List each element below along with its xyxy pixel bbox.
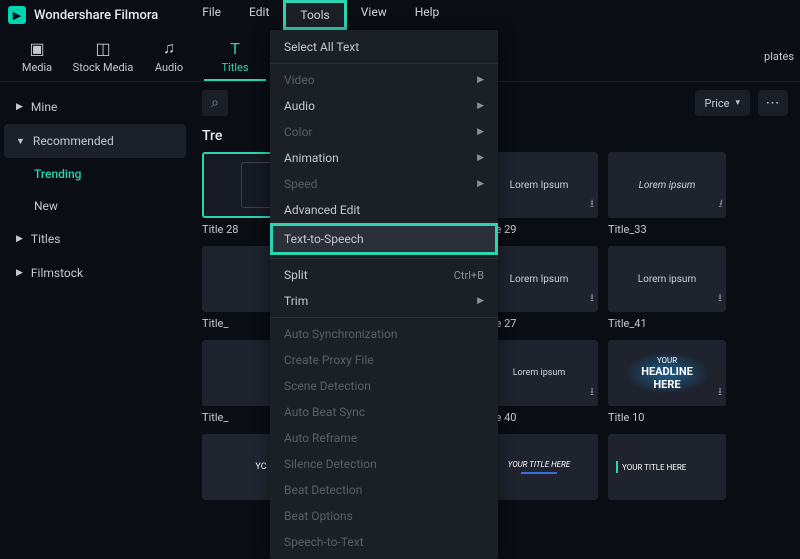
menu-text-to-speech[interactable]: Text-to-Speech xyxy=(270,223,498,255)
more-button[interactable]: ⋯ xyxy=(758,90,788,116)
title-card[interactable]: YOURHEADLINEHERE⭳ xyxy=(608,340,726,406)
menu-advanced-edit[interactable]: Advanced Edit xyxy=(270,197,498,223)
menu-separator xyxy=(270,317,498,318)
tools-dropdown: Select All Text Video▶ Audio▶ Color▶ Ani… xyxy=(270,30,498,559)
card-caption: Title 10 xyxy=(608,411,726,424)
card-wrap[interactable]: YOUR TITLE HERE xyxy=(608,434,726,500)
chevron-right-icon: ▶ xyxy=(16,102,23,112)
menu-separator xyxy=(270,258,498,259)
chevron-right-icon: ▶ xyxy=(477,153,484,163)
tab-label: Stock Media xyxy=(73,61,134,74)
titles-icon: T xyxy=(230,39,240,58)
download-icon[interactable]: ⭳ xyxy=(590,195,594,214)
download-icon[interactable]: ⭳ xyxy=(718,289,722,308)
menu-silence-detection: Silence Detection xyxy=(270,451,498,477)
menu-edit[interactable]: Edit xyxy=(235,0,283,30)
chevron-down-icon: ▼ xyxy=(16,136,25,147)
menu-separator xyxy=(270,63,498,64)
download-icon[interactable]: ⭳ xyxy=(590,289,594,308)
menu-create-proxy: Create Proxy File xyxy=(270,347,498,373)
chevron-right-icon: ▶ xyxy=(477,75,484,85)
sort-dropdown[interactable]: Price ▾ xyxy=(695,90,750,116)
chevron-down-icon: ▾ xyxy=(735,98,740,108)
menu-video: Video▶ xyxy=(270,67,498,93)
menu-auto-reframe: Auto Reframe xyxy=(270,425,498,451)
sidebar: ▶ Mine ▼ Recommended Trending New ▶ Titl… xyxy=(0,82,190,538)
sidebar-item-mine[interactable]: ▶ Mine xyxy=(4,90,186,124)
sidebar-item-recommended[interactable]: ▼ Recommended xyxy=(4,124,186,158)
audio-icon: ♫ xyxy=(163,38,175,58)
tab-label: Titles xyxy=(221,61,248,74)
card-wrap[interactable]: Lorem ipsum⭳ Title_41 xyxy=(608,246,726,330)
menu-select-all-text[interactable]: Select All Text xyxy=(270,34,498,60)
media-icon: ▣ xyxy=(29,39,44,58)
chevron-right-icon: ▶ xyxy=(16,234,23,244)
menu-view[interactable]: View xyxy=(347,0,401,30)
sidebar-item-titles[interactable]: ▶ Titles xyxy=(4,222,186,256)
download-icon[interactable]: ⭳ xyxy=(590,383,594,402)
menu-trim[interactable]: Trim▶ xyxy=(270,288,498,314)
chevron-right-icon: ▶ xyxy=(16,268,23,278)
menu-color: Color▶ xyxy=(270,119,498,145)
title-card[interactable]: Lorem ipsum⭳ xyxy=(608,152,726,218)
sidebar-item-label: Mine xyxy=(31,100,57,114)
search-icon: ⌕ xyxy=(211,95,219,111)
menu-file[interactable]: File xyxy=(188,0,235,30)
title-card[interactable]: Lorem ipsum⭳ xyxy=(608,246,726,312)
sort-label: Price xyxy=(705,97,730,110)
card-wrap[interactable]: YOURHEADLINEHERE⭳ Title 10 xyxy=(608,340,726,424)
search-button[interactable]: ⌕ xyxy=(202,90,228,116)
sidebar-sub-new[interactable]: New xyxy=(4,190,186,222)
sidebar-item-label: Recommended xyxy=(33,134,114,148)
app-title: Wondershare Filmora xyxy=(34,8,158,23)
menu-audio[interactable]: Audio▶ xyxy=(270,93,498,119)
menu-speech-to-text: Speech-to-Text xyxy=(270,529,498,555)
tab-audio[interactable]: ♫ Audio xyxy=(138,33,200,81)
menu-auto-sync: Auto Synchronization xyxy=(270,321,498,347)
sidebar-item-filmstock[interactable]: ▶ Filmstock xyxy=(4,256,186,290)
tab-stock-media[interactable]: ◫ Stock Media xyxy=(72,33,134,81)
sidebar-item-label: Filmstock xyxy=(31,266,83,280)
download-icon[interactable]: ⭳ xyxy=(718,195,722,214)
tab-label: plates xyxy=(764,50,794,63)
menu-auto-beat-sync: Auto Beat Sync xyxy=(270,399,498,425)
titlebar: ▶ Wondershare Filmora File Edit Tools Vi… xyxy=(0,0,800,30)
tab-label: Audio xyxy=(155,61,183,74)
menu-speed: Speed▶ xyxy=(270,171,498,197)
chevron-right-icon: ▶ xyxy=(477,101,484,111)
menu-beat-detection: Beat Detection xyxy=(270,477,498,503)
menubar: File Edit Tools View Help xyxy=(188,0,453,30)
chevron-right-icon: ▶ xyxy=(477,179,484,189)
menu-split[interactable]: SplitCtrl+B xyxy=(270,262,498,288)
menu-tools[interactable]: Tools xyxy=(283,0,346,30)
menu-help[interactable]: Help xyxy=(401,0,454,30)
chevron-right-icon: ▶ xyxy=(477,127,484,137)
sidebar-item-label: Titles xyxy=(31,232,60,246)
title-card[interactable]: YOUR TITLE HERE xyxy=(608,434,726,500)
tab-titles[interactable]: T Titles xyxy=(204,33,266,81)
more-icon: ⋯ xyxy=(766,95,781,111)
sidebar-sub-trending[interactable]: Trending xyxy=(4,158,186,190)
card-caption: Title_41 xyxy=(608,317,726,330)
tab-media[interactable]: ▣ Media xyxy=(6,33,68,81)
app-logo-icon: ▶ xyxy=(8,6,26,24)
menu-scene-detection: Scene Detection xyxy=(270,373,498,399)
card-caption: Title_33 xyxy=(608,223,726,236)
tab-templates[interactable]: plates xyxy=(764,33,794,81)
chevron-right-icon: ▶ xyxy=(477,296,484,306)
menu-animation[interactable]: Animation▶ xyxy=(270,145,498,171)
download-icon[interactable]: ⭳ xyxy=(718,383,722,402)
stock-media-icon: ◫ xyxy=(95,39,110,58)
card-wrap[interactable]: Lorem ipsum⭳ Title_33 xyxy=(608,152,726,236)
menu-beat-options: Beat Options xyxy=(270,503,498,529)
tab-label: Media xyxy=(22,61,52,74)
